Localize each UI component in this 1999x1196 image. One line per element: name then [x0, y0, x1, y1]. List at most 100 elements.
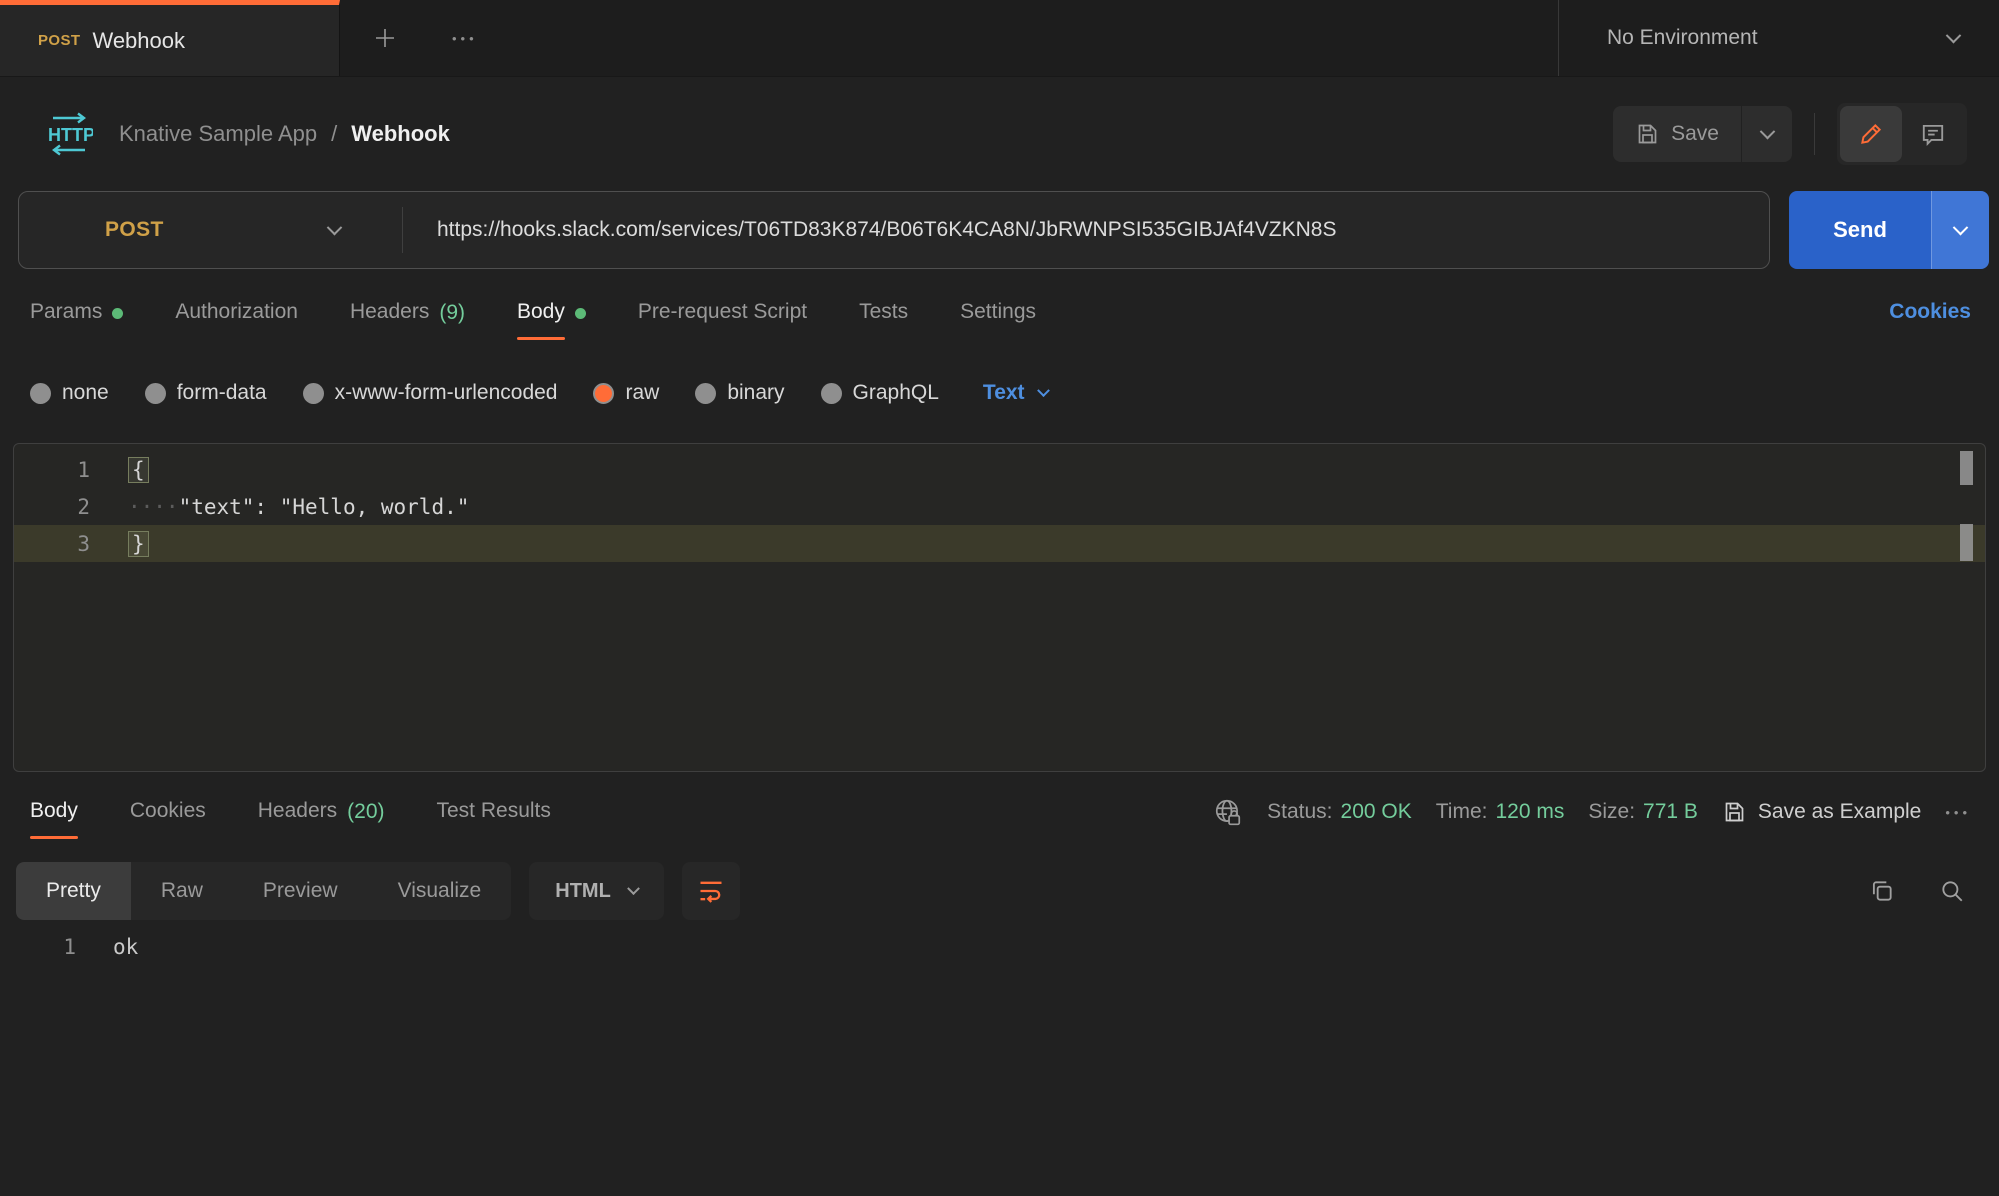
chevron-down-icon [627, 882, 640, 895]
code-text: } [90, 531, 149, 557]
method-label: POST [105, 218, 164, 242]
chevron-down-icon [327, 219, 343, 235]
tab-options-icon[interactable]: ••• [452, 31, 478, 46]
response-tab-cookies[interactable]: Cookies [130, 799, 206, 825]
save-as-example-button[interactable]: Save as Example [1722, 800, 1921, 824]
tab-pre-request-script[interactable]: Pre-request Script [638, 300, 807, 326]
response-tab-body-label: Body [30, 799, 78, 825]
tab-headers[interactable]: Headers (9) [350, 300, 465, 326]
method-selector[interactable]: POST [19, 207, 403, 253]
response-tabs: Body Cookies Headers (20) Test Results [0, 783, 1999, 841]
editor-line-current: 3 } [14, 525, 1985, 562]
mode-raw-label: raw [625, 381, 659, 405]
time-label: Time: [1436, 800, 1488, 824]
search-button[interactable] [1939, 878, 1965, 904]
view-preview[interactable]: Preview [233, 862, 368, 920]
response-tab-body[interactable]: Body [30, 799, 78, 825]
response-options-icon[interactable]: ••• [1945, 805, 1971, 820]
response-tab-test-results[interactable]: Test Results [437, 799, 551, 825]
tab-body[interactable]: Body [517, 300, 586, 326]
status-label: Status: [1267, 800, 1332, 824]
response-view-controls: Pretty Raw Preview Visualize HTML [0, 860, 1999, 922]
view-raw[interactable]: Raw [131, 862, 233, 920]
tab-tests-label: Tests [859, 300, 908, 326]
mode-binary[interactable]: binary [695, 381, 784, 405]
response-tab-cookies-label: Cookies [130, 799, 206, 825]
tab-authorization[interactable]: Authorization [175, 300, 298, 326]
size-value: 771 B [1643, 800, 1698, 824]
environment-selector[interactable]: No Environment [1558, 0, 1999, 76]
view-visualize[interactable]: Visualize [368, 862, 512, 920]
text-wrap-icon [697, 877, 725, 905]
size-label: Size: [1588, 800, 1635, 824]
breadcrumb-request-name[interactable]: Webhook [351, 121, 450, 147]
radio-selected-icon [593, 383, 614, 404]
raw-type-selector[interactable]: Text [983, 381, 1048, 405]
send-options-button[interactable] [1931, 191, 1989, 269]
editor-line: 1 { [14, 451, 1985, 488]
http-request-icon: HTTP [45, 111, 93, 157]
save-button[interactable]: Save [1613, 106, 1741, 162]
mode-none-label: none [62, 381, 109, 405]
line-number: 3 [14, 532, 90, 556]
code-text: { [90, 457, 149, 483]
radio-icon [303, 383, 324, 404]
network-globe-lock-icon[interactable] [1213, 797, 1243, 827]
new-tab-button[interactable] [370, 23, 400, 53]
copy-icon [1869, 878, 1895, 904]
editor-scrollbar[interactable] [1960, 524, 1973, 561]
mode-graphql-label: GraphQL [853, 381, 939, 405]
tab-pre-request-script-label: Pre-request Script [638, 300, 807, 326]
pencil-icon [1858, 121, 1884, 147]
response-tab-headers[interactable]: Headers (20) [258, 799, 385, 825]
view-pretty[interactable]: Pretty [16, 862, 131, 920]
wrap-lines-button[interactable] [682, 862, 740, 920]
view-mode-segmented-control: Pretty Raw Preview Visualize [16, 862, 511, 920]
tab-authorization-label: Authorization [175, 300, 298, 326]
request-tab[interactable]: POST Webhook [0, 0, 340, 76]
url-bar: POST [18, 191, 1770, 269]
line-number: 1 [14, 458, 90, 482]
mode-raw[interactable]: raw [593, 381, 659, 405]
radio-icon [695, 383, 716, 404]
response-body-viewer[interactable]: 1 ok [0, 928, 1999, 965]
response-text: ok [76, 935, 138, 959]
mode-none[interactable]: none [30, 381, 109, 405]
editor-scrollbar[interactable] [1960, 451, 1973, 485]
mode-graphql[interactable]: GraphQL [821, 381, 939, 405]
save-options-button[interactable] [1742, 106, 1792, 162]
radio-icon [145, 383, 166, 404]
save-icon [1722, 800, 1746, 824]
green-dot-indicator [112, 308, 123, 319]
request-url-row: POST Send [0, 191, 1999, 271]
mode-x-www-form-urlencoded[interactable]: x-www-form-urlencoded [303, 381, 558, 405]
send-button[interactable]: Send [1789, 191, 1931, 269]
breadcrumb-collection[interactable]: Knative Sample App [119, 121, 317, 147]
chevron-down-icon [1946, 27, 1962, 43]
mode-form-data-label: form-data [177, 381, 267, 405]
format-selector[interactable]: HTML [529, 862, 664, 920]
mode-binary-label: binary [727, 381, 784, 405]
tab-body-label: Body [517, 300, 565, 326]
request-body-editor[interactable]: 1 { 2 ····"text": "Hello, world." 3 } [13, 443, 1986, 772]
tab-tests[interactable]: Tests [859, 300, 908, 326]
mode-form-data[interactable]: form-data [145, 381, 267, 405]
body-mode-selector: none form-data x-www-form-urlencoded raw… [0, 368, 1999, 418]
tab-params-label: Params [30, 300, 102, 326]
send-button-group: Send [1789, 191, 1989, 269]
save-button-group: Save [1613, 106, 1792, 162]
response-headers-count: (20) [347, 800, 384, 824]
green-dot-indicator [575, 308, 586, 319]
environment-label: No Environment [1607, 26, 1758, 50]
format-label: HTML [555, 880, 611, 903]
tab-bar: POST Webhook ••• No Environment [0, 0, 1999, 77]
divider [1814, 113, 1815, 155]
comment-button[interactable] [1902, 106, 1964, 162]
tab-params[interactable]: Params [30, 300, 123, 326]
cookies-link[interactable]: Cookies [1889, 300, 1971, 324]
tab-settings[interactable]: Settings [960, 300, 1036, 326]
url-input[interactable] [403, 218, 1769, 242]
copy-button[interactable] [1869, 878, 1895, 904]
edit-button[interactable] [1840, 106, 1902, 162]
search-icon [1939, 878, 1965, 904]
